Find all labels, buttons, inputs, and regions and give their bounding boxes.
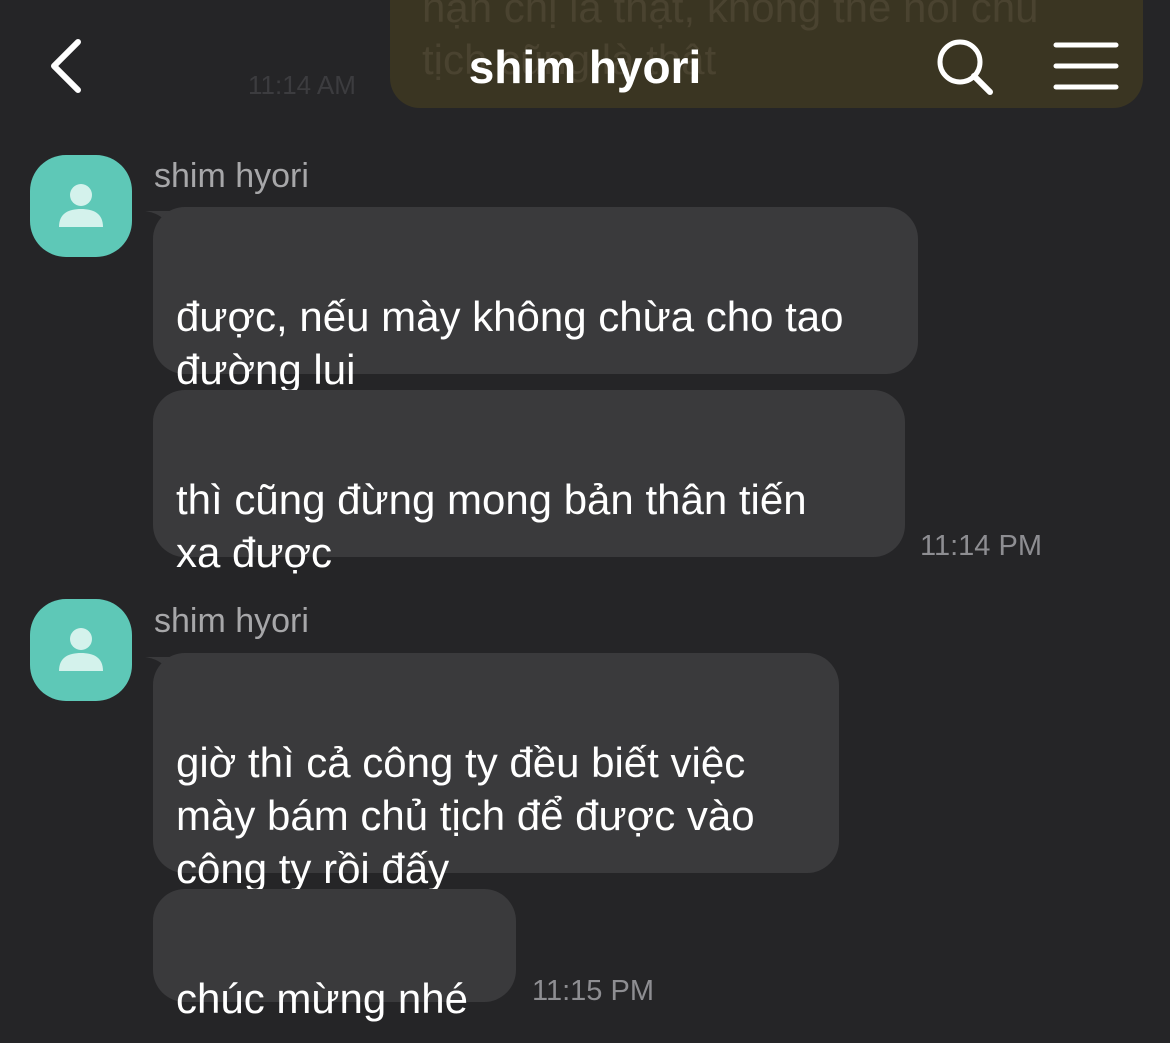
sender-name: shim hyori xyxy=(154,602,309,640)
message-bubble[interactable]: giờ thì cả công ty đều biết việc mày bám… xyxy=(153,653,839,892)
message-text: chúc mừng nhé xyxy=(176,975,468,1022)
message-text: được, nếu mày không chừa cho tao đường l… xyxy=(176,293,844,393)
hamburger-menu-icon xyxy=(1053,42,1119,90)
person-icon xyxy=(59,628,103,671)
message-text: thì cũng đừng mong bản thân tiến xa được xyxy=(176,476,807,576)
avatar[interactable] xyxy=(30,155,132,257)
sender-name: shim hyori xyxy=(154,157,309,195)
message-bubble[interactable]: chúc mừng nhé xyxy=(153,889,516,1022)
chevron-left-icon xyxy=(51,39,81,93)
search-icon xyxy=(937,39,993,95)
message-bubble[interactable]: thì cũng đừng mong bản thân tiến xa được xyxy=(153,390,905,576)
avatar[interactable] xyxy=(30,599,132,701)
back-button[interactable] xyxy=(40,34,100,98)
message-time: 11:14 PM xyxy=(920,530,1042,562)
menu-button[interactable] xyxy=(1052,40,1120,92)
chat-header: shim hyori xyxy=(0,0,1170,130)
message-time: 11:15 PM xyxy=(532,975,654,1007)
person-icon xyxy=(59,184,103,227)
search-button[interactable] xyxy=(934,36,996,98)
message-bubble[interactable]: được, nếu mày không chừa cho tao đường l… xyxy=(153,207,918,393)
message-text: giờ thì cả công ty đều biết việc mày bám… xyxy=(176,739,755,892)
chat-screen: 11:14 AM hạn chị là thật, không thể nói … xyxy=(0,0,1170,1043)
